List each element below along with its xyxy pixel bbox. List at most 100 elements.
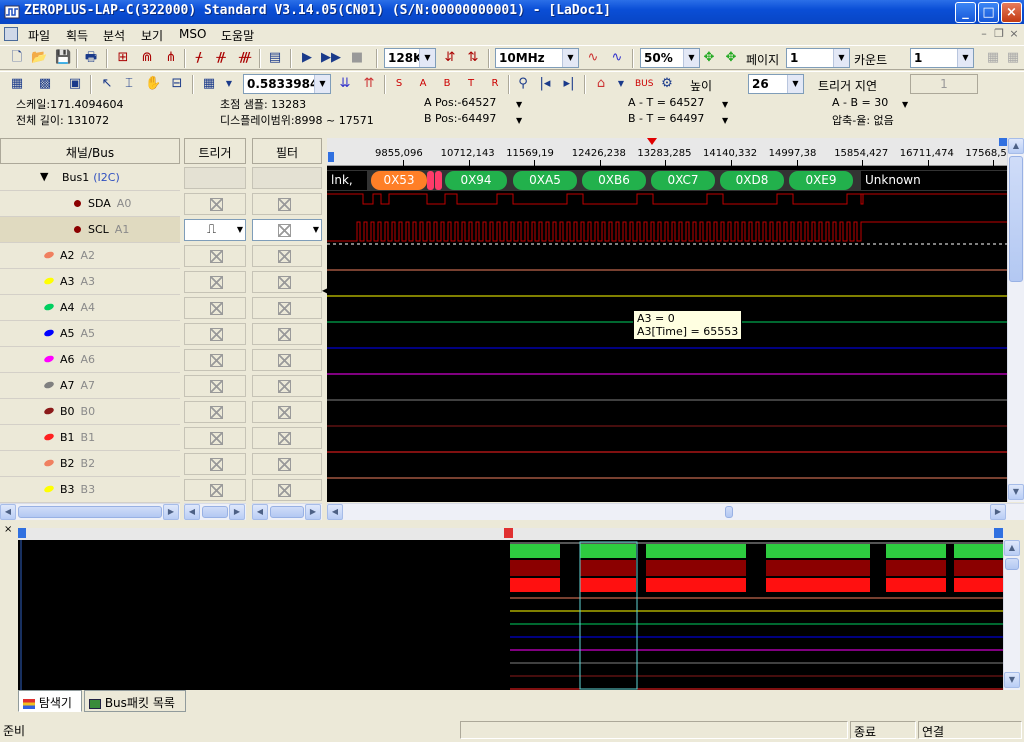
menu-acquire[interactable]: 획득 (66, 27, 88, 44)
trigger-cell[interactable] (184, 479, 246, 501)
trigger-cell[interactable] (184, 349, 246, 371)
tab-explorer[interactable]: 탐색기 (18, 690, 82, 712)
menu-file[interactable]: 파일 (28, 27, 50, 44)
binoculars-icon[interactable]: ⚲ (514, 75, 532, 93)
open-folder-icon[interactable]: 📂 (30, 49, 48, 67)
trigger-hscrollbar[interactable]: ◀ ▶ (184, 503, 246, 520)
scroll-right-icon[interactable]: ▶ (305, 504, 321, 520)
zoom-select[interactable]: 50% ▼ (640, 48, 700, 68)
goto-cursor-icon[interactable]: ⇊ (336, 75, 354, 93)
trigger-cell[interactable] (184, 375, 246, 397)
bus-packet[interactable]: 0XC7 (651, 171, 715, 190)
menu-view[interactable]: 보기 (141, 27, 163, 44)
minimize-button[interactable]: _ (955, 2, 976, 23)
scroll-left-icon[interactable]: ◀ (0, 504, 16, 520)
document-icon[interactable] (4, 27, 18, 41)
bus-icon[interactable]: S (390, 75, 408, 93)
chevron-down-icon[interactable]: ▼ (516, 116, 522, 125)
trigger-cell[interactable] (184, 453, 246, 475)
filter-cell[interactable] (252, 167, 322, 189)
filter-cell[interactable]: ▼ (252, 219, 322, 241)
chevron-down-icon[interactable]: ▼ (902, 100, 908, 109)
filter-cell[interactable] (252, 375, 322, 397)
filter-cell[interactable] (252, 401, 322, 423)
channel-row[interactable]: SCL A1 (0, 217, 180, 243)
scroll-right-icon[interactable]: ▶ (990, 504, 1006, 520)
channel-row[interactable]: SDA A0 (0, 191, 180, 217)
pointer-icon[interactable]: ↖ (98, 75, 116, 93)
time-ruler[interactable]: 9855,096 10712,143 11569,19 12426,238 13283,… (327, 138, 1007, 166)
channel-row[interactable]: A6 A6 (0, 347, 180, 373)
grid-icon[interactable]: ▩ (36, 75, 54, 93)
edge-setup-icon[interactable]: ⋔ (162, 49, 180, 67)
menu-mso[interactable]: MSO (179, 27, 206, 41)
filter-cell[interactable] (252, 453, 322, 475)
channel-row[interactable]: A3 A3 (0, 269, 180, 295)
bus-ack-icon[interactable]: A (414, 75, 432, 93)
bus-tx-icon[interactable]: T (462, 75, 480, 93)
home-icon[interactable]: ⌂ (592, 75, 610, 93)
report-icon[interactable]: ▤ (266, 49, 284, 67)
scroll-right-icon[interactable]: ▶ (229, 504, 245, 520)
scroll-left-icon[interactable]: ◀ (252, 504, 268, 520)
collapse-triangle-icon[interactable]: ▼ (40, 170, 48, 183)
channel-row[interactable]: A7 A7 (0, 373, 180, 399)
bus-r-icon[interactable]: R (486, 75, 504, 93)
bus-b-icon[interactable]: B (438, 75, 456, 93)
mdi-restore-icon[interactable]: ❐ (991, 27, 1007, 41)
scroll-right-icon[interactable]: ▶ (163, 504, 179, 520)
height-select[interactable]: 26 ▼ (748, 74, 804, 94)
trigger-delay-input[interactable]: 1 (910, 74, 978, 94)
scroll-thumb[interactable] (1005, 558, 1019, 570)
sample-rate-select[interactable]: 10MHz ▼ (495, 48, 579, 68)
channel-row[interactable]: B0 B0 (0, 399, 180, 425)
cursor-t-icon[interactable]: ᚍ (236, 49, 254, 67)
trigger-cell[interactable] (184, 245, 246, 267)
memory-decrease-icon[interactable]: ⇅ (464, 49, 482, 67)
scroll-thumb[interactable] (202, 506, 228, 518)
mdi-minimize-icon[interactable]: – (976, 27, 992, 41)
cursor-select-icon[interactable]: ⌶ (120, 75, 138, 93)
close-button[interactable]: × (1001, 2, 1022, 23)
bus-packet[interactable]: 0XB6 (582, 171, 646, 190)
calculator-icon[interactable]: ▦ (8, 75, 26, 93)
filter-cell[interactable] (252, 245, 322, 267)
trigger-cell[interactable] (184, 271, 246, 293)
scroll-left-icon[interactable]: ◀ (327, 504, 343, 520)
channel-list-hscrollbar[interactable]: ◀ ▶ (0, 503, 180, 520)
trigger-cell[interactable]: ⎍ ▼ (184, 219, 246, 241)
filter-cell[interactable] (252, 193, 322, 215)
scroll-thumb[interactable] (1009, 156, 1023, 282)
bus-packet[interactable]: 0XD8 (720, 171, 784, 190)
trigger-cell[interactable] (184, 297, 246, 319)
bus-packet[interactable]: Unknown (861, 171, 1007, 190)
bus-packet[interactable]: 0X53 (371, 171, 427, 190)
scroll-up-icon[interactable]: ▲ (1008, 138, 1024, 154)
bus-list-icon[interactable]: BUS (634, 75, 653, 93)
find-next-icon[interactable]: ▸| (560, 75, 578, 93)
channel-row[interactable]: B1 B1 (0, 425, 180, 451)
chevron-down-icon[interactable]: ▼ (516, 100, 522, 109)
menu-help[interactable]: 도움말 (221, 27, 254, 44)
save-icon[interactable]: 💾 (54, 49, 72, 67)
maximize-button[interactable]: □ (978, 2, 999, 23)
hand-icon[interactable]: ✋ (144, 75, 162, 93)
scroll-thumb[interactable] (725, 506, 733, 518)
filter-cell[interactable] (252, 323, 322, 345)
filter-cell[interactable] (252, 427, 322, 449)
bus-packet[interactable]: 0X94 (445, 171, 507, 190)
cursor-position-input[interactable]: 0.58339849 ▼ (243, 74, 331, 94)
trigger-cell[interactable] (184, 193, 246, 215)
chevron-down-icon[interactable]: ▼ (722, 116, 728, 125)
bus-decode-icon[interactable]: ▣ (66, 75, 84, 93)
waveform-hscrollbar[interactable]: ◀ ▶ (327, 503, 1024, 520)
trigger-cell[interactable] (184, 323, 246, 345)
channel-row[interactable]: B3 B3 (0, 477, 180, 503)
bus-setup-icon[interactable]: ⋒ (138, 49, 156, 67)
stop-icon[interactable]: ■ (348, 49, 366, 67)
memory-increase-icon[interactable]: ⇵ (441, 49, 459, 67)
cursor-a-icon[interactable]: ᚋ (190, 49, 208, 67)
bus-packet[interactable]: lnk, (327, 171, 367, 190)
scroll-down-icon[interactable]: ▼ (1004, 672, 1020, 688)
page-select[interactable]: 1 ▼ (786, 48, 850, 68)
